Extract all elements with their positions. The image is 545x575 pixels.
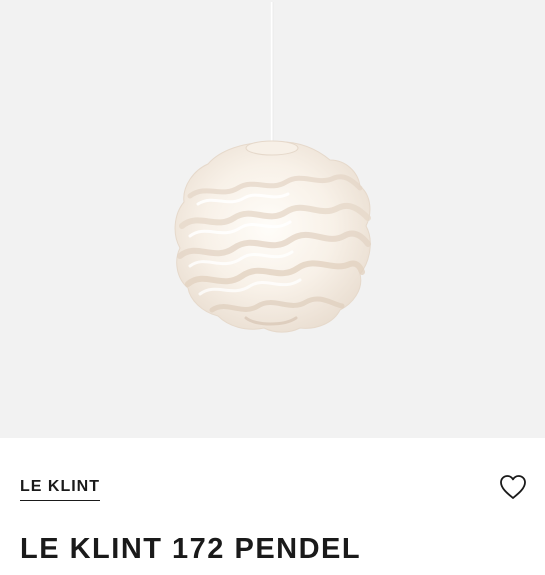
favorite-button[interactable] <box>498 473 528 501</box>
lamp-shade <box>174 140 371 333</box>
product-title: LE KLINT 172 PENDEL <box>20 533 362 565</box>
product-card[interactable]: LE KLINT LE KLINT 172 PENDEL <box>0 0 545 575</box>
heart-outline-icon <box>500 475 526 499</box>
pendant-lamp-illustration <box>174 2 371 333</box>
product-image[interactable] <box>0 0 545 438</box>
brand-link[interactable]: LE KLINT <box>20 478 100 501</box>
